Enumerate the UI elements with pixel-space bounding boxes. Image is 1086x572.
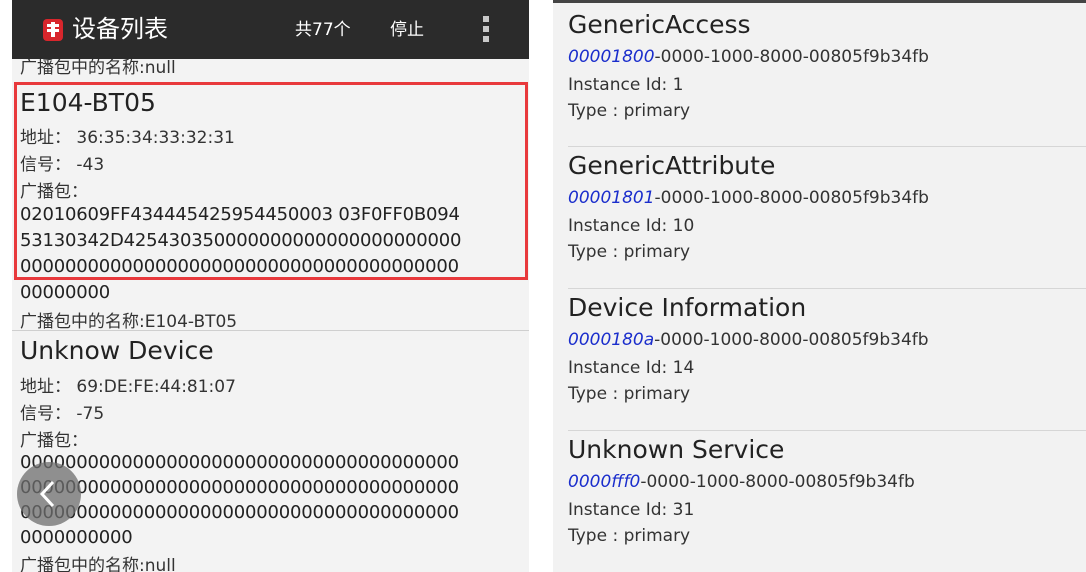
list-divider (568, 288, 1086, 289)
list-divider (568, 146, 1086, 147)
adv-packet-name: 广播包中的名称:null (20, 556, 176, 572)
device-address: 地址： 69:DE:FE:44:81:07 (20, 377, 236, 397)
uuid-prefix: 0000180a (568, 330, 655, 350)
app-logo-icon (43, 19, 63, 41)
service-list-screen: GenericAccess 00001800-0000-1000-8000-00… (553, 0, 1086, 572)
device-list-screen: 广播包中的名称:null E104-BT05 地址： 36:35:34:33:3… (0, 0, 540, 572)
list-divider (12, 330, 529, 331)
uuid-suffix: -0000-1000-8000-00805f9b34fb (654, 188, 929, 208)
adv-packet-line: 000000000000000000000000000000000000000 (20, 477, 459, 498)
adv-packet-line: 00000000 (20, 282, 111, 303)
selection-highlight (14, 82, 528, 280)
instance-id: Instance Id: 31 (568, 500, 695, 520)
clipped-adv-name: 广播包中的名称:null (20, 59, 176, 77)
service-uuid: 00001800-0000-1000-8000-00805f9b34fb (568, 47, 929, 67)
uuid-prefix: 0000fff0 (568, 472, 641, 492)
service-name: Device Information (568, 293, 807, 322)
adv-packet-line: 000000000000000000000000000000000000000 (20, 452, 459, 473)
service-uuid: 00001801-0000-1000-8000-00805f9b34fb (568, 188, 929, 208)
device-count-label: 共77个 (295, 20, 351, 40)
adv-packet-line: 000000000000000000000000000000000000000 (20, 502, 459, 523)
uuid-suffix: -0000-1000-8000-00805f9b34fb (654, 330, 929, 350)
adv-packet-name: 广播包中的名称:E104-BT05 (20, 312, 238, 332)
service-uuid: 0000180a-0000-1000-8000-00805f9b34fb (568, 330, 929, 350)
device-list-viewport: 广播包中的名称:null E104-BT05 地址： 36:35:34:33:3… (12, 0, 529, 572)
adv-packet-line: 0000000000 (20, 527, 133, 548)
service-type: Type : primary (568, 242, 691, 262)
device-name: Unknow Device (20, 336, 214, 365)
instance-id: Instance Id: 1 (568, 75, 684, 95)
service-uuid: 0000fff0-0000-1000-8000-00805f9b34fb (568, 472, 915, 492)
overflow-menu-icon[interactable] (482, 16, 490, 46)
uuid-suffix: -0000-1000-8000-00805f9b34fb (654, 47, 929, 67)
instance-id: Instance Id: 14 (568, 358, 695, 378)
service-type: Type : primary (568, 526, 691, 546)
list-divider (568, 430, 1086, 431)
uuid-suffix: -0000-1000-8000-00805f9b34fb (640, 472, 915, 492)
service-name: Unknown Service (568, 435, 785, 464)
uuid-prefix: 00001800 (568, 47, 655, 67)
page-title: 设备列表 (72, 15, 168, 43)
uuid-prefix: 00001801 (568, 188, 655, 208)
service-type: Type : primary (568, 384, 691, 404)
stop-scan-button[interactable]: 停止 (390, 18, 424, 42)
service-name: GenericAttribute (568, 151, 776, 180)
service-type: Type : primary (568, 101, 691, 121)
status-bar-edge (553, 0, 1086, 3)
service-name: GenericAccess (568, 10, 751, 39)
action-bar: 设备列表 共77个 停止 (12, 0, 529, 59)
device-rssi: 信号： -75 (20, 404, 105, 424)
back-button[interactable] (17, 462, 81, 526)
adv-packet-label: 广播包： (20, 431, 88, 451)
back-chevron-icon (39, 480, 55, 508)
instance-id: Instance Id: 10 (568, 216, 695, 236)
